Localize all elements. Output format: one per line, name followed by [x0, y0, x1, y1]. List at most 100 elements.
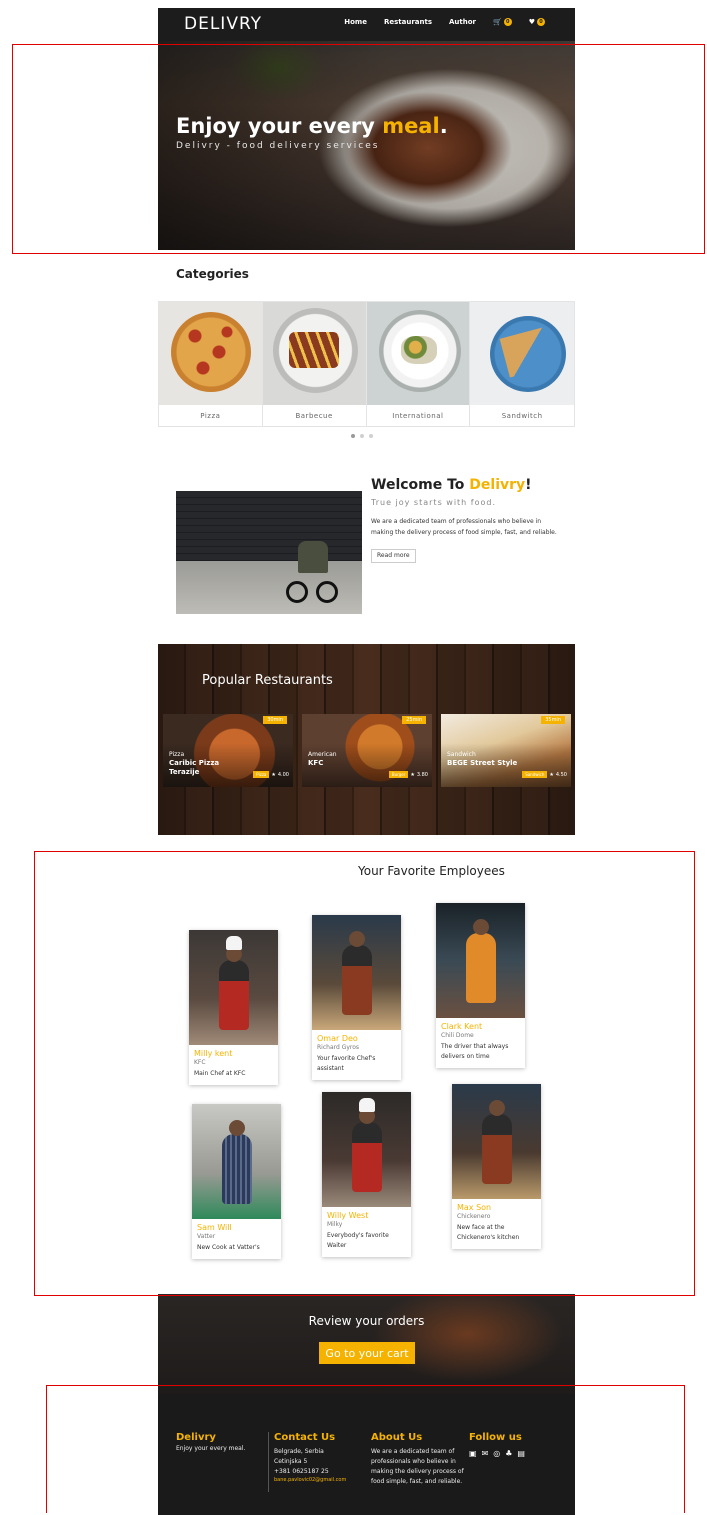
category-label: Barbecue	[295, 412, 333, 420]
footer-about-col: About Us We are a dedicated team of prof…	[371, 1432, 467, 1487]
restaurant-card[interactable]: 25min American KFC Burger ★ 3.80	[302, 714, 432, 787]
employee-photo	[452, 1084, 541, 1199]
delivery-time-badge: 25min	[402, 716, 426, 724]
chef-figure	[352, 1108, 382, 1192]
employee-card[interactable]: Willy West Milky Everybody's favorite Wa…	[322, 1092, 411, 1257]
restaurant-meta: Burger ★ 3.80	[388, 771, 428, 778]
navbar: DELIVRY Home Restaurants Author 🛒 0 ♥ 0	[158, 8, 575, 41]
phone-icon[interactable]: ▤	[517, 1449, 525, 1458]
employee-photo	[322, 1092, 411, 1207]
category-card-international[interactable]: International	[366, 302, 471, 426]
instagram-icon[interactable]: ◎	[493, 1449, 500, 1458]
category-card-sandwitch[interactable]: Sandwitch	[470, 302, 574, 426]
welcome-title: Welcome To Delivry!	[371, 477, 532, 493]
employee-info: Clark Kent Chili Dome The driver that al…	[436, 1018, 525, 1068]
restaurant-category: Pizza	[169, 751, 185, 758]
employee-name: Milly kent	[194, 1049, 233, 1058]
categories-title: Categories	[176, 267, 249, 281]
welcome-subtitle: True joy starts with food.	[371, 498, 497, 507]
cart-icon: 🛒	[493, 18, 502, 26]
welcome-text: We are a dedicated team of professionals…	[371, 518, 557, 536]
chef-hat	[226, 936, 242, 950]
food-tag: Sandwich	[522, 771, 548, 778]
heart-icon: ♥	[528, 18, 535, 26]
carousel-dot[interactable]	[360, 434, 364, 438]
employee-card[interactable]: Max Son Chickenero New face at the Chick…	[452, 1084, 541, 1249]
nav-home[interactable]: Home	[344, 18, 367, 26]
nav-author[interactable]: Author	[449, 18, 476, 26]
employee-place: KFC	[194, 1059, 206, 1066]
bike-wheel	[286, 581, 308, 603]
brand-logo[interactable]: DELIVRY	[184, 14, 262, 34]
employee-place: Vatter	[197, 1233, 216, 1240]
social-icons: ▣ ✉ ◎ ♣ ▤	[469, 1449, 525, 1458]
rating-value: 4.00	[277, 771, 289, 778]
carousel-dot[interactable]	[351, 434, 355, 438]
sitemap-icon[interactable]: ♣	[505, 1449, 512, 1458]
food-tag: Burger	[388, 771, 409, 778]
employee-card[interactable]: Milly kent KFC Main Chef at KFC	[189, 930, 278, 1085]
employee-name: Max Son	[457, 1203, 492, 1212]
employee-photo	[436, 903, 525, 1018]
contact-email[interactable]: bane.pavlovic02@gmail.com	[274, 1477, 346, 1483]
category-card-barbecue[interactable]: Barbecue	[262, 302, 367, 426]
employee-info: Omar Deo Richard Gyros Your favorite Che…	[312, 1030, 401, 1080]
employee-name: Clark Kent	[441, 1022, 483, 1031]
restaurant-card[interactable]: 30min Pizza Caribic Pizza Terazije Pizza…	[163, 714, 293, 787]
follow-title: Follow us	[469, 1432, 522, 1443]
restaurant-name: KFC	[308, 759, 324, 767]
footer-brand-col: Delivry Enjoy your every meal.	[176, 1432, 245, 1454]
employee-info: Willy West Milky Everybody's favorite Wa…	[322, 1207, 411, 1257]
carousel-dot[interactable]	[369, 434, 373, 438]
popular-restaurants-section: Popular Restaurants 30min Pizza Caribic …	[158, 644, 575, 835]
employee-name: Sam Will	[197, 1223, 232, 1232]
employee-card[interactable]: Omar Deo Richard Gyros Your favorite Che…	[312, 915, 401, 1080]
restaurants-title: Popular Restaurants	[202, 673, 333, 688]
categories-carousel: Pizza Barbecue International Sandwitch	[158, 301, 575, 427]
footer-follow-col: Follow us ▣ ✉ ◎ ♣ ▤	[469, 1432, 525, 1458]
employee-card[interactable]: Clark Kent Chili Dome The driver that al…	[436, 903, 525, 1068]
employee-photo	[312, 915, 401, 1030]
employee-info: Milly kent KFC Main Chef at KFC	[189, 1045, 278, 1085]
employee-desc: New face at the Chickenero's kitchen	[457, 1224, 520, 1241]
employee-card[interactable]: Sam Will Vatter New Cook at Vatter's	[192, 1104, 281, 1259]
nav-restaurants[interactable]: Restaurants	[384, 18, 432, 26]
star-icon: ★	[549, 771, 554, 778]
employee-info: Max Son Chickenero New face at the Chick…	[452, 1199, 541, 1249]
cart-count-badge: 0	[503, 18, 512, 26]
email-icon[interactable]: ✉	[482, 1449, 489, 1458]
footer: Delivry Enjoy your every meal. Contact U…	[158, 1394, 575, 1515]
employee-name: Omar Deo	[317, 1034, 358, 1043]
about-text: We are a dedicated team of professionals…	[371, 1448, 464, 1485]
employees-title: Your Favorite Employees	[358, 864, 505, 878]
restaurant-name: BEGE Street Style	[447, 759, 518, 767]
international-image	[366, 302, 470, 405]
category-label: Sandwitch	[501, 412, 543, 420]
rating-value: 3.80	[416, 771, 428, 778]
chef-figure	[466, 919, 496, 1003]
nav-links: Home Restaurants Author 🛒 0 ♥ 0	[344, 18, 545, 26]
favorites-button[interactable]: ♥ 0	[529, 18, 545, 26]
category-card-pizza[interactable]: Pizza	[159, 302, 263, 426]
read-more-button[interactable]: Read more	[371, 549, 416, 563]
employee-photo	[189, 930, 278, 1045]
restaurant-meta: Pizza ★ 4.00	[253, 771, 289, 778]
go-to-cart-button[interactable]: Go to your cart	[319, 1342, 415, 1364]
employee-desc: Main Chef at KFC	[194, 1070, 246, 1077]
hero-subtitle: Delivry - food delivery services	[176, 141, 380, 151]
employee-desc: Your favorite Chef's assistant	[317, 1055, 376, 1072]
footer-brand[interactable]: Delivry	[176, 1432, 245, 1443]
rider-figure	[298, 541, 328, 573]
delivery-time-badge: 30min	[263, 716, 287, 724]
fav-count-badge: 0	[537, 18, 545, 26]
bike-wheel	[316, 581, 338, 603]
employee-place: Chili Dome	[441, 1032, 474, 1039]
contact-address1: Belgrade, Serbia	[274, 1448, 324, 1455]
review-title: Review your orders	[308, 1314, 425, 1328]
restaurant-card[interactable]: 35min Sandwich BEGE Street Style Sandwic…	[441, 714, 571, 787]
star-icon: ★	[410, 771, 415, 778]
hero-title: Enjoy your every meal.	[176, 114, 448, 138]
facebook-icon[interactable]: ▣	[469, 1449, 477, 1458]
cart-button[interactable]: 🛒 0	[493, 18, 512, 26]
review-orders-section: Review your orders Go to your cart	[158, 1294, 575, 1394]
